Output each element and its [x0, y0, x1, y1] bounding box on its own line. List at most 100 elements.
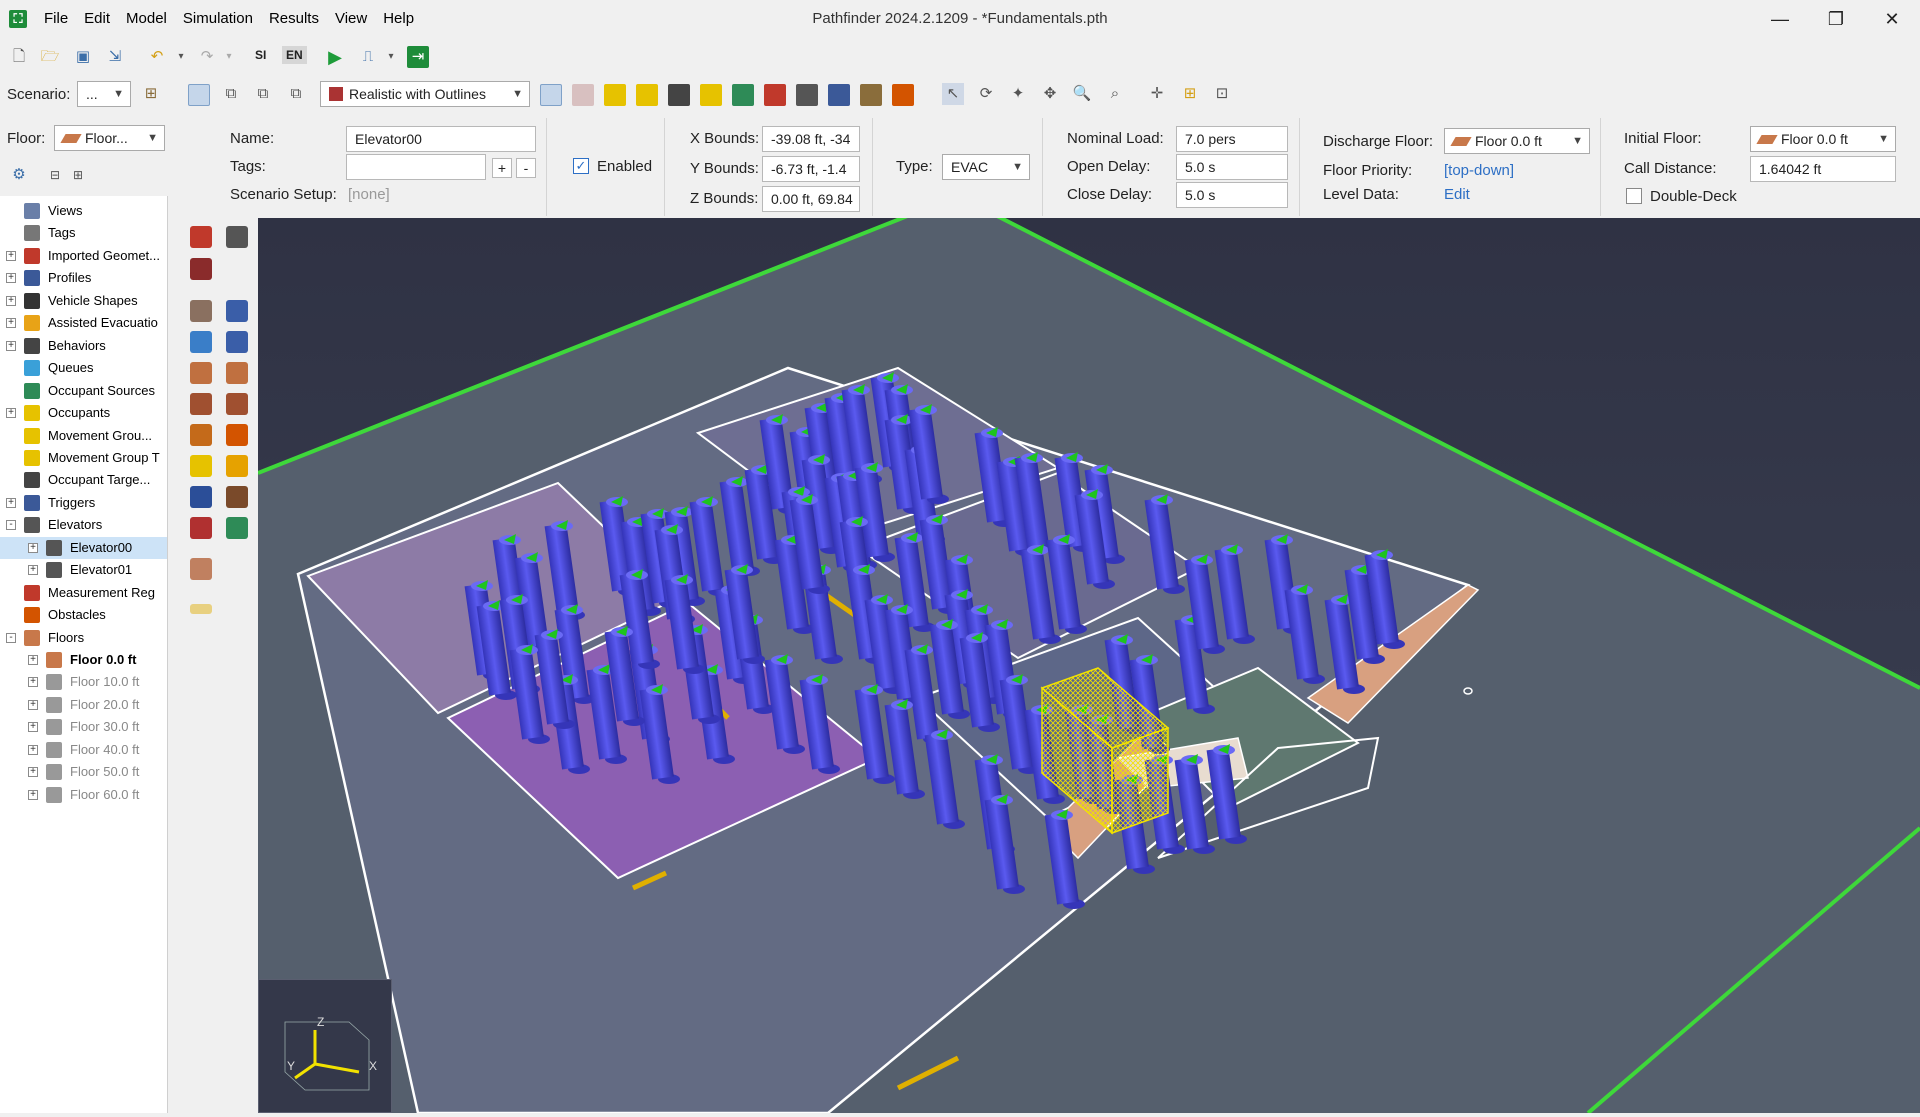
show-triggers-icon[interactable] [828, 84, 850, 106]
results-chart-icon[interactable]: ⎍ [357, 46, 379, 68]
tree-item[interactable]: Tags [0, 222, 167, 244]
import-icon[interactable]: ⇲ [104, 46, 126, 68]
close-icon[interactable]: ✕ [1864, 0, 1920, 38]
tree-item[interactable]: + Floor 50.0 ft [0, 761, 167, 783]
tree-item[interactable]: + Floor 20.0 ft [0, 694, 167, 716]
reset-view-icon[interactable]: ✛ [1146, 83, 1168, 105]
show-elevators-icon[interactable] [796, 84, 818, 106]
units-si-button[interactable]: SI [255, 48, 266, 62]
tree-item[interactable]: - Floors [0, 627, 167, 649]
open-delay-input[interactable]: 5.0 s [1176, 154, 1288, 180]
units-en-button[interactable]: EN [282, 46, 307, 64]
restore-icon[interactable]: ❐ [1808, 0, 1864, 38]
tree-item[interactable]: + Elevator01 [0, 559, 167, 581]
expand-icon[interactable]: + [28, 677, 38, 688]
elevator-tool-icon[interactable] [190, 393, 212, 415]
z-bounds-input[interactable]: 0.00 ft, 69.84 [762, 186, 860, 212]
collapse-all-icon[interactable]: ⊟ [44, 164, 66, 186]
zoom-extents-icon[interactable]: ⊞ [1179, 83, 1201, 105]
menu-model[interactable]: Model [118, 0, 175, 38]
save-icon[interactable]: ▣ [72, 46, 94, 68]
show-rooms-icon[interactable] [604, 84, 626, 106]
show-measurement-icon[interactable] [764, 84, 786, 106]
show-behaviors-icon[interactable] [668, 84, 690, 106]
floor-priority-link[interactable]: [top-down] [1444, 162, 1514, 179]
tree-item[interactable]: Queues [0, 357, 167, 379]
tree-item[interactable]: + Assisted Evacuatio [0, 312, 167, 334]
select-tool-icon[interactable]: ↖ [942, 83, 964, 105]
tree-item[interactable]: + Triggers [0, 492, 167, 514]
rotate-tool-icon[interactable] [226, 226, 248, 248]
mirror-tool-icon[interactable] [190, 258, 212, 280]
tree-item[interactable]: + Imported Geomet... [0, 245, 167, 267]
navigation-view-icon[interactable] [188, 84, 210, 106]
expand-icon[interactable]: + [6, 318, 16, 329]
obstacle-tool-icon[interactable] [190, 424, 212, 446]
room-tool-icon[interactable] [190, 300, 212, 322]
ruler-tool-icon[interactable] [190, 604, 212, 614]
menu-simulation[interactable]: Simulation [175, 0, 261, 38]
move-tool-icon[interactable] [190, 226, 212, 248]
exit-icon[interactable]: ⇥ [407, 46, 429, 68]
tree-item[interactable]: + Behaviors [0, 335, 167, 357]
scenario-setup-value[interactable]: [none] [348, 186, 390, 203]
show-occupants-icon[interactable] [540, 84, 562, 106]
tree-item[interactable]: + Floor 30.0 ft [0, 716, 167, 738]
show-doors-icon[interactable] [636, 84, 658, 106]
redo-icon[interactable]: ↷ [196, 46, 218, 68]
expand-icon[interactable]: + [28, 767, 38, 778]
tree-item[interactable]: - Elevators [0, 514, 167, 536]
occupant-tool-icon[interactable] [190, 455, 212, 477]
scenario-select[interactable]: ... ▼ [77, 81, 131, 107]
scenario-tree-icon[interactable]: ⊞ [140, 83, 162, 105]
menu-edit[interactable]: Edit [76, 0, 118, 38]
door-tool-icon[interactable] [226, 300, 248, 322]
expand-icon[interactable]: + [6, 295, 16, 306]
render-mode-select[interactable]: Realistic with Outlines ▼ [320, 81, 530, 107]
expand-icon[interactable]: + [28, 744, 38, 755]
name-input[interactable]: Elevator00 [346, 126, 536, 152]
zoom-selected-icon[interactable]: ⊡ [1211, 83, 1233, 105]
expand-icon[interactable]: + [28, 565, 38, 576]
menu-view[interactable]: View [327, 0, 375, 38]
source-tool-icon[interactable] [226, 517, 248, 539]
pan-tool-icon[interactable]: ✥ [1039, 83, 1061, 105]
show-groups-icon[interactable] [700, 84, 722, 106]
show-obstacles-icon[interactable] [892, 84, 914, 106]
target-tool-icon[interactable] [226, 486, 248, 508]
remove-tag-button[interactable]: - [516, 158, 536, 178]
zoom-box-icon[interactable]: ⌕ [1104, 83, 1126, 105]
expand-icon[interactable]: + [6, 340, 16, 351]
redo-dropdown-icon[interactable]: ▾ [218, 46, 240, 68]
results-dropdown-icon[interactable]: ▾ [380, 46, 402, 68]
group-tool-icon[interactable] [226, 455, 248, 477]
tree-item[interactable]: + Floor 10.0 ft [0, 671, 167, 693]
expand-icon[interactable]: + [28, 542, 38, 553]
level-data-edit-link[interactable]: Edit [1444, 186, 1470, 203]
new-file-icon[interactable]: 🗋 [8, 46, 30, 68]
tree-item[interactable]: + Profiles [0, 267, 167, 289]
expand-icon[interactable]: + [6, 250, 16, 261]
minimize-icon[interactable]: — [1752, 0, 1808, 38]
expand-icon[interactable]: + [6, 408, 16, 419]
stair-tool-icon[interactable] [190, 331, 212, 353]
zoom-tool-icon[interactable]: 🔍 [1071, 83, 1093, 105]
expand-icon[interactable]: + [28, 789, 38, 800]
add-tag-button[interactable]: + [492, 158, 512, 178]
measurement-tool-icon[interactable] [190, 517, 212, 539]
show-walls-icon[interactable] [572, 84, 594, 106]
3d-viewport[interactable] [258, 218, 1920, 1113]
tree-item[interactable]: + Floor 40.0 ft [0, 739, 167, 761]
collapse-icon[interactable]: - [6, 520, 16, 531]
tree-item[interactable]: Occupant Targe... [0, 469, 167, 491]
show-targets-icon[interactable] [860, 84, 882, 106]
close-delay-input[interactable]: 5.0 s [1176, 182, 1288, 208]
view-3d-icon[interactable]: ⧉ [252, 83, 274, 105]
menu-file[interactable]: File [36, 0, 76, 38]
tree-item[interactable]: Movement Grou... [0, 425, 167, 447]
expand-icon[interactable]: + [28, 699, 38, 710]
cone-tool-icon[interactable] [226, 424, 248, 446]
tree-item[interactable]: Measurement Reg [0, 582, 167, 604]
nominal-load-input[interactable]: 7.0 pers [1176, 126, 1288, 152]
expand-all-icon[interactable]: ⊞ [67, 164, 89, 186]
